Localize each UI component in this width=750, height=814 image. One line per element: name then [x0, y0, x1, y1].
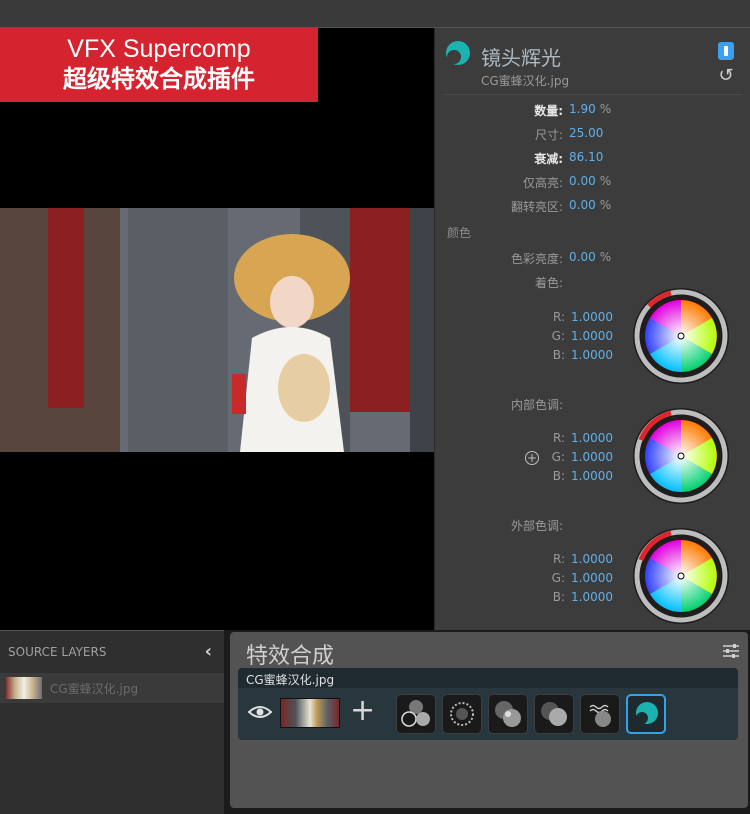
preview-image	[0, 208, 434, 452]
param-size[interactable]: 尺寸: 25.00	[435, 124, 750, 144]
lens-glow-icon	[636, 702, 658, 724]
preview-photo-illustration	[0, 208, 434, 452]
banner-subtitle: 超级特效合成插件	[63, 65, 255, 93]
fx-slot-5-icon	[589, 704, 611, 727]
outer-b-value[interactable]: 1.0000	[571, 590, 613, 604]
inner-r-value[interactable]: 1.0000	[571, 431, 613, 445]
inner-color-wheel[interactable]	[631, 406, 731, 506]
preview-viewer[interactable]: VFX Supercomp 超级特效合成插件	[0, 28, 434, 630]
fx-slot-1[interactable]	[396, 694, 436, 734]
param-value[interactable]: 0.00%	[569, 250, 611, 264]
fx-slot-1-icon	[401, 700, 430, 727]
effect-file-name: CG蜜蜂汉化.jpg	[481, 74, 570, 88]
composite-panel: 特效合成 CG蜜蜂汉化.jpg +	[230, 632, 748, 808]
param-color-brightness[interactable]: 色彩亮度: 0.00%	[435, 248, 750, 268]
reset-icon[interactable]: ↺	[716, 66, 736, 86]
param-value[interactable]: 1.90%	[569, 102, 611, 116]
param-label: 数量:	[534, 104, 563, 118]
effect-enable-toggle[interactable]	[718, 42, 734, 60]
param-value[interactable]: 25.00	[569, 126, 607, 140]
composite-title: 特效合成	[246, 644, 335, 669]
tint-r-value[interactable]: 1.0000	[571, 310, 613, 324]
tint-g-value[interactable]: 1.0000	[571, 329, 613, 343]
param-value[interactable]: 0.00%	[569, 198, 611, 212]
color-section-label: 颜色	[447, 226, 472, 240]
fx-slot-5[interactable]	[580, 694, 620, 734]
param-label: 尺寸:	[534, 128, 563, 142]
param-value[interactable]: 0.00%	[569, 174, 611, 188]
fx-slot-4-icon	[541, 702, 567, 726]
outer-r-value[interactable]: 1.0000	[571, 552, 613, 566]
fx-slot-2[interactable]	[442, 694, 482, 734]
source-layers-panel: SOURCE LAYERS ‹ CG蜜蜂汉化.jpg	[0, 630, 224, 814]
outer-g-value[interactable]: 1.0000	[571, 571, 613, 585]
inner-b-value[interactable]: 1.0000	[571, 469, 613, 483]
add-effect-icon[interactable]: +	[350, 696, 375, 726]
fx-slot-lens-glow[interactable]	[626, 694, 666, 734]
param-falloff[interactable]: 衰减: 86.10	[435, 148, 750, 168]
source-layer-name: CG蜜蜂汉化.jpg	[50, 682, 139, 696]
effect-name: 镜头辉光	[481, 46, 561, 70]
param-label: 衰减:	[534, 152, 563, 166]
param-label: 着色:	[534, 276, 563, 290]
promo-banner: VFX Supercomp 超级特效合成插件	[0, 28, 318, 102]
source-layer-item[interactable]: CG蜜蜂汉化.jpg	[0, 673, 224, 703]
collapse-chevron-icon[interactable]: ‹	[205, 641, 212, 662]
layer-thumbnail[interactable]	[280, 698, 340, 728]
layer-thumbnail	[6, 677, 42, 699]
param-label: 内部色调:	[510, 398, 563, 412]
divider	[443, 94, 742, 95]
effect-properties-panel: 镜头辉光 CG蜜蜂汉化.jpg ↺ 数量: 1.90% 尺寸: 25.00 衰减…	[434, 28, 750, 630]
param-label: 仅高亮:	[522, 176, 563, 190]
lens-glow-icon	[446, 41, 470, 65]
fx-slot-2-icon	[450, 702, 474, 726]
fx-slot-4[interactable]	[534, 694, 574, 734]
param-label: 翻转亮区:	[510, 200, 563, 214]
top-bar	[0, 0, 750, 28]
tint-color-wheel[interactable]	[631, 286, 731, 386]
layer-card[interactable]: CG蜜蜂汉化.jpg +	[238, 668, 738, 740]
eye-icon[interactable]	[248, 704, 272, 720]
eyedropper-add-icon[interactable]: +	[525, 451, 539, 465]
param-label: 外部色调:	[510, 519, 563, 533]
param-label: 色彩亮度:	[510, 252, 563, 266]
fx-slot-3-icon	[495, 701, 521, 727]
param-value[interactable]: 86.10	[569, 150, 607, 164]
param-amount[interactable]: 数量: 1.90%	[435, 100, 750, 120]
sliders-settings-icon[interactable]	[722, 642, 740, 660]
source-layers-header: SOURCE LAYERS	[8, 645, 107, 659]
banner-title: VFX Supercomp	[67, 35, 251, 63]
param-highlights-only[interactable]: 仅高亮: 0.00%	[435, 172, 750, 192]
outer-color-wheel[interactable]	[631, 526, 731, 626]
fx-slot-3[interactable]	[488, 694, 528, 734]
tint-b-value[interactable]: 1.0000	[571, 348, 613, 362]
layer-card-name: CG蜜蜂汉化.jpg	[246, 673, 335, 687]
layer-card-header: CG蜜蜂汉化.jpg	[238, 668, 738, 688]
param-invert-highlights[interactable]: 翻转亮区: 0.00%	[435, 196, 750, 216]
app-root: VFX Supercomp 超级特效合成插件 镜头辉光 CG蜜蜂汉化.jpg ↺…	[0, 0, 750, 814]
inner-g-value[interactable]: 1.0000	[571, 450, 613, 464]
